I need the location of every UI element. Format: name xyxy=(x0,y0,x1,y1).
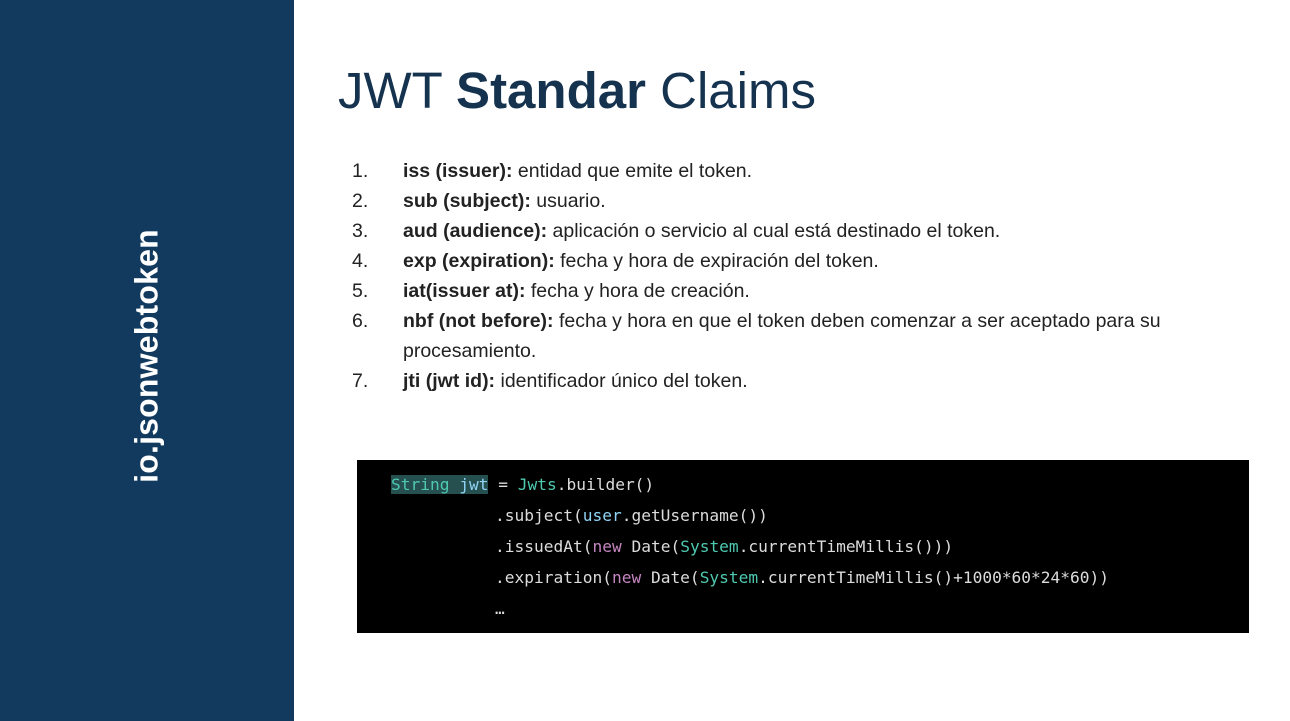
claim-description: entidad que emite el token. xyxy=(512,160,753,182)
list-item: 2. sub (subject): usuario. xyxy=(352,186,1212,216)
claim-description: fecha y hora de creación. xyxy=(525,280,750,302)
item-number: 6. xyxy=(352,310,369,332)
claim-key: sub (subject): xyxy=(403,190,531,212)
sidebar: io.jsonwebtoken xyxy=(0,0,294,721)
claim-description: aplicación o servicio al cual está desti… xyxy=(547,220,1001,242)
list-item: 1. iss (issuer): entidad que emite el tok… xyxy=(352,156,1212,186)
title-part-3: Claims xyxy=(645,62,816,119)
claim-description: usuario. xyxy=(530,190,606,212)
sidebar-vertical-text: io.jsonwebtoken xyxy=(128,229,165,483)
code-block: String jwt = Jwts.builder() .subject(use… xyxy=(357,460,1249,633)
claim-key: iat(issuer at): xyxy=(403,280,526,302)
claim-key: iss (issuer): xyxy=(403,160,513,182)
claim-key: aud (audience): xyxy=(403,220,548,242)
code-token-method: .expiration( xyxy=(495,568,612,587)
page-title: JWT Standar Claims xyxy=(338,60,816,121)
claims-list: 1. iss (issuer): entidad que emite el tok… xyxy=(352,156,1212,396)
code-token-method: .issuedAt( xyxy=(495,537,593,556)
code-line-4: .expiration(new Date(System.currentTimeM… xyxy=(391,565,1249,596)
code-token-class: System xyxy=(699,568,759,587)
code-token-method: .currentTimeMillis()+1000*60*24*60)) xyxy=(758,568,1110,587)
code-token-method: .subject( xyxy=(495,506,583,525)
list-item: 7. jti (jwt id): identificador único del … xyxy=(352,366,1212,396)
item-number: 3. xyxy=(352,220,369,242)
claim-key: exp (expiration): xyxy=(403,250,555,272)
code-token-ellipsis: … xyxy=(495,599,505,618)
item-number: 2. xyxy=(352,190,369,212)
item-number: 7. xyxy=(352,370,369,392)
title-part-1: JWT xyxy=(338,62,457,119)
code-token-operator: = xyxy=(488,475,518,494)
code-token-variable: user xyxy=(582,506,622,525)
code-token-class: System xyxy=(680,537,739,556)
list-item: 5. iat(issuer at): fecha y hora de creaci… xyxy=(352,276,1212,306)
claim-description: identificador único del token. xyxy=(495,370,748,392)
code-token-class: Jwts xyxy=(517,475,557,494)
code-line-3: .issuedAt(new Date(System.currentTimeMil… xyxy=(391,534,1249,565)
code-token-keyword: new xyxy=(592,537,622,556)
code-token-keyword: new xyxy=(611,568,642,587)
item-number: 5. xyxy=(352,280,369,302)
claim-description: fecha y hora de expiración del token. xyxy=(554,250,879,272)
code-line-5: … xyxy=(391,596,1249,627)
list-item: 6. nbf (not before): fecha y hora en que … xyxy=(352,306,1212,366)
code-token-variable: jwt xyxy=(459,475,489,494)
item-number: 4. xyxy=(352,250,369,272)
code-token-constructor: Date( xyxy=(641,568,700,587)
code-token-type: String xyxy=(391,475,450,494)
code-token-space xyxy=(449,475,460,494)
claim-key: jti (jwt id): xyxy=(403,370,496,392)
list-item: 4. exp (expiration): fecha y hora de expi… xyxy=(352,246,1212,276)
item-number: 1. xyxy=(352,160,369,182)
code-token-method: .currentTimeMillis())) xyxy=(738,537,954,556)
code-token-constructor: Date( xyxy=(621,537,681,556)
claim-key: nbf (not before): xyxy=(403,310,554,332)
code-line-2: .subject(user.getUsername()) xyxy=(391,503,1249,534)
list-item: 3. aud (audience): aplicación o servicio … xyxy=(352,216,1212,246)
code-line-1: String jwt = Jwts.builder() xyxy=(391,472,1249,503)
code-token-method: .getUsername()) xyxy=(621,506,768,525)
code-token-method: .builder() xyxy=(556,475,655,494)
title-part-2: Standar xyxy=(456,62,646,119)
